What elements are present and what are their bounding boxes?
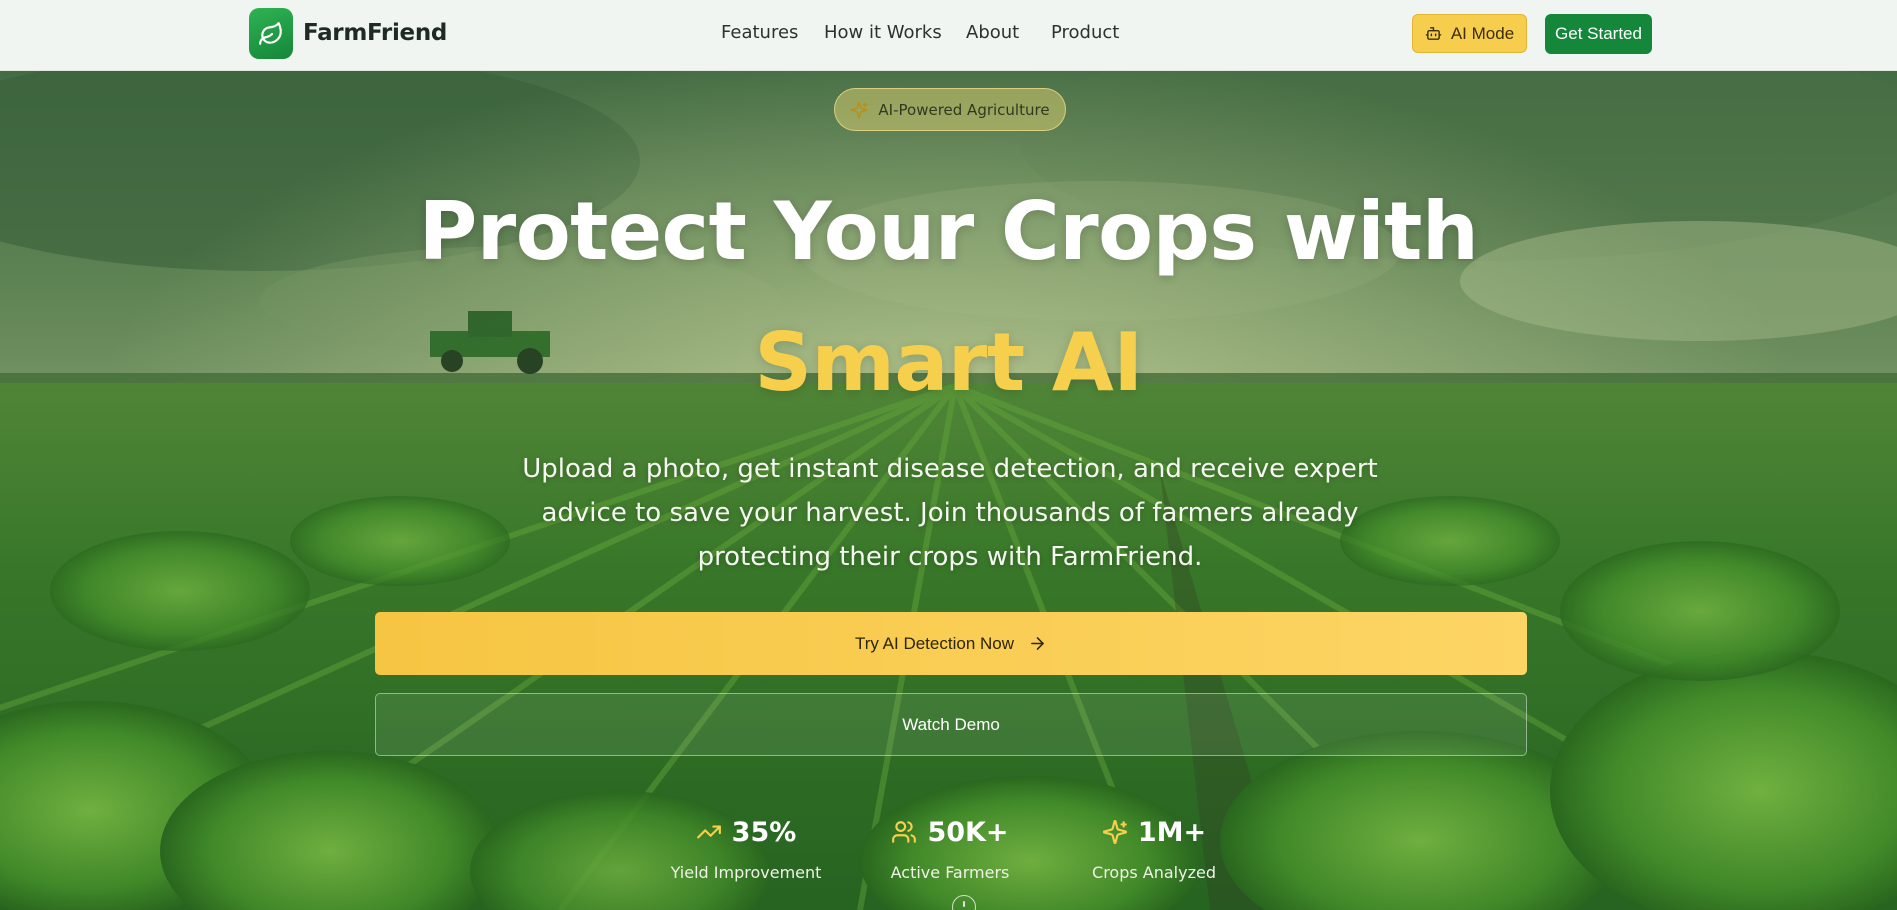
nav-how-it-works[interactable]: How it Works — [824, 22, 942, 43]
stat-label: Yield Improvement — [670, 863, 822, 882]
stat-value: 1M+ — [1137, 816, 1207, 848]
stat-value: 35% — [731, 816, 797, 848]
hero-description: Upload a photo, get instant disease dete… — [522, 454, 1378, 572]
users-icon — [891, 819, 917, 845]
stat-label: Active Farmers — [890, 863, 1010, 882]
stat-yield: 35% Yield Improvement — [656, 814, 836, 883]
get-started-button[interactable]: Get Started — [1545, 14, 1652, 54]
sparkles-icon — [1102, 819, 1128, 845]
landing-page: FarmFriend Features How it Works About P… — [0, 0, 1897, 910]
ai-mode-button[interactable]: AI Mode — [1412, 14, 1527, 53]
try-ai-detection-button[interactable]: Try AI Detection Now — [375, 612, 1527, 675]
stat-farmers: 50K+ Active Farmers — [860, 814, 1040, 883]
hero-section: AI-Powered Agriculture Protect Your Crop… — [0, 71, 1897, 910]
watch-demo-button[interactable]: Watch Demo — [375, 693, 1527, 756]
arrow-right-icon — [1028, 634, 1047, 653]
hero-headline-highlight: Smart AI — [754, 316, 1143, 409]
hero-headline: Protect Your Crops with — [418, 185, 1479, 278]
ai-mode-label: AI Mode — [1450, 23, 1515, 43]
top-navbar: FarmFriend Features How it Works About P… — [0, 0, 1897, 71]
sparkles-icon — [850, 101, 868, 119]
nav-about[interactable]: About — [966, 22, 1019, 43]
bot-icon — [1425, 25, 1442, 42]
stat-value: 50K+ — [927, 816, 1009, 848]
nav-features[interactable]: Features — [721, 22, 798, 43]
stat-crops: 1M+ Crops Analyzed — [1064, 814, 1244, 883]
badge-label: AI-Powered Agriculture — [878, 100, 1050, 119]
trending-up-icon — [696, 819, 722, 845]
stat-label: Crops Analyzed — [1092, 863, 1216, 882]
ai-powered-badge: AI-Powered Agriculture — [834, 88, 1066, 131]
nav-product[interactable]: Product — [1051, 22, 1119, 43]
primary-cta-label: Try AI Detection Now — [854, 633, 1015, 653]
